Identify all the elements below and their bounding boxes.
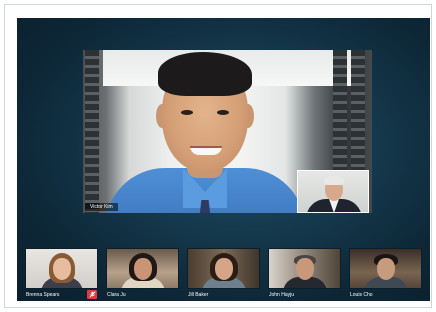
video-conference-window: Victor Kim Brenna Spears Clara Ju Jill B… [17,18,430,301]
participant-video [187,248,260,289]
main-speaker-name: Victor Kim [85,203,118,211]
window-frame: Victor Kim Brenna Spears Clara Ju Jill B… [4,4,432,308]
participant-tile[interactable]: Jill Baker [187,248,260,301]
participant-name: John Hayju [269,292,295,298]
self-view-pip[interactable] [297,170,369,213]
participant-video [25,248,98,289]
participant-tile[interactable]: Clara Ju [106,248,179,301]
participant-video [106,248,179,289]
mic-muted-icon[interactable] [87,290,97,299]
participant-tile[interactable]: John Hayju [268,248,341,301]
participant-name: Louis Cho [350,292,373,298]
main-speaker-video[interactable]: Victor Kim [83,50,372,213]
participant-strip: Brenna Spears Clara Ju Jill Baker John H… [25,248,425,301]
participant-tile[interactable]: Brenna Spears [25,248,98,301]
participant-video [349,248,422,289]
participant-name: Jill Baker [188,292,209,298]
participant-tile[interactable]: Louis Cho [349,248,422,301]
participant-name: Clara Ju [107,292,126,298]
participant-video [268,248,341,289]
shelf-left [85,50,99,213]
